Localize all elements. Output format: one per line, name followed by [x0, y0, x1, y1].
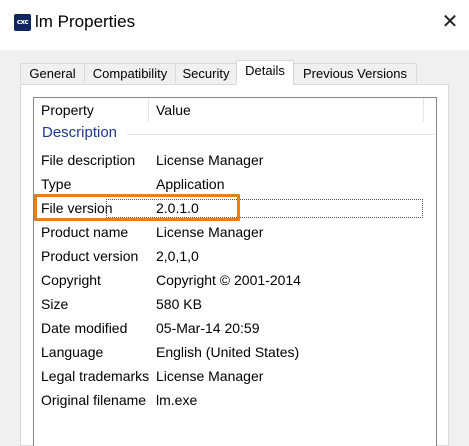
- column-divider[interactable]: [148, 98, 149, 122]
- property-value: lm.exe: [156, 392, 198, 408]
- group-divider: [127, 134, 435, 135]
- list-item[interactable]: Date modified 05-Mar-14 20:59: [34, 317, 424, 339]
- list-item[interactable]: Product name License Manager: [34, 221, 424, 243]
- property-value: Copyright © 2001-2014: [156, 272, 301, 288]
- close-icon[interactable]: ✕: [438, 10, 462, 34]
- property-name: Date modified: [41, 320, 128, 336]
- property-name: Original filename: [41, 392, 147, 408]
- property-name: Type: [41, 176, 72, 192]
- tab-security[interactable]: Security: [175, 63, 237, 83]
- property-value: 2,0,1,0: [156, 248, 199, 264]
- property-name: Language: [41, 344, 104, 360]
- property-value: License Manager: [156, 368, 264, 384]
- list-item[interactable]: Language English (United States): [34, 341, 424, 363]
- list-item[interactable]: Copyright Copyright © 2001-2014: [34, 269, 424, 291]
- property-name: Product version: [41, 248, 139, 264]
- highlight-box: [34, 194, 240, 221]
- column-header-value[interactable]: Value: [156, 102, 191, 118]
- list-item[interactable]: Legal trademarks License Manager: [34, 365, 424, 387]
- list-item[interactable]: Size 580 KB: [34, 293, 424, 315]
- app-icon-text: cxc: [16, 18, 29, 26]
- column-header-property[interactable]: Property: [41, 102, 94, 118]
- details-list[interactable]: Property Value Description File descript…: [33, 97, 437, 446]
- list-item[interactable]: File description License Manager: [34, 149, 424, 171]
- list-header: Property Value: [34, 98, 424, 123]
- window-title: lm Properties: [35, 12, 136, 31]
- property-name: Copyright: [41, 272, 101, 288]
- title-bar: cxc lm Properties ✕: [0, 0, 469, 50]
- tab-general[interactable]: General: [20, 63, 85, 83]
- property-value: 580 KB: [156, 296, 202, 312]
- tab-compatibility[interactable]: Compatibility: [84, 63, 176, 83]
- property-name: Legal trademarks: [41, 368, 150, 384]
- property-name: File description: [41, 152, 136, 168]
- property-value: License Manager: [156, 152, 264, 168]
- tab-previous-versions[interactable]: Previous Versions: [293, 63, 417, 83]
- column-divider[interactable]: [423, 98, 424, 122]
- list-item[interactable]: Type Application: [34, 173, 424, 195]
- property-value: English (United States): [156, 344, 300, 360]
- property-value: 05-Mar-14 20:59: [156, 320, 260, 336]
- tab-details[interactable]: Details: [236, 60, 294, 85]
- list-item[interactable]: Product version 2,0,1,0: [34, 245, 424, 267]
- app-icon: cxc: [14, 14, 31, 31]
- property-name: Product name: [41, 224, 129, 240]
- property-name: Size: [41, 296, 69, 312]
- group-header[interactable]: Description: [42, 124, 117, 141]
- property-value: License Manager: [156, 224, 264, 240]
- property-value: Application: [156, 176, 225, 192]
- list-item[interactable]: Original filename lm.exe: [34, 389, 424, 411]
